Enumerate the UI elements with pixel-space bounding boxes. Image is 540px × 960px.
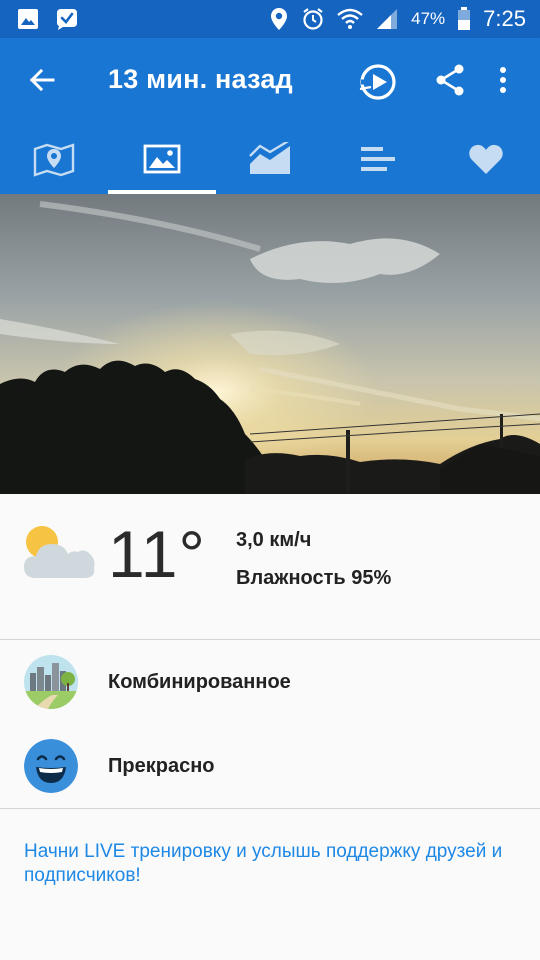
tab-splits[interactable] (324, 124, 432, 194)
replay-button[interactable] (356, 60, 400, 104)
map-icon (33, 143, 75, 177)
share-button[interactable] (430, 60, 470, 100)
heart-icon (469, 144, 503, 174)
tab-map[interactable] (0, 124, 108, 194)
smile-face-icon (24, 739, 78, 793)
alarm-icon (303, 8, 323, 30)
surface-row[interactable]: Комбинированное (0, 641, 540, 725)
weather-section: 11° 3,0 км/ч Влажность 95% (0, 494, 540, 639)
arrow-back-icon (29, 68, 55, 92)
toolbar: 13 мин. назад (0, 38, 540, 124)
chart-icon (249, 142, 290, 174)
clock: 7:25 (483, 6, 526, 31)
temperature: 11° (108, 517, 206, 591)
location-icon (271, 8, 288, 30)
tab-bar (0, 124, 540, 194)
gallery-notification-icon (18, 9, 38, 29)
app-bar: 13 мин. назад (0, 38, 540, 194)
play-replay-icon (359, 64, 396, 100)
tab-likes[interactable] (432, 124, 540, 194)
mood-label: Прекрасно (108, 755, 215, 777)
image-icon (143, 144, 181, 174)
wind-speed: 3,0 км/ч (236, 529, 312, 551)
divider (0, 639, 540, 640)
partly-cloudy-icon (24, 526, 95, 578)
mood-row[interactable]: Прекрасно (0, 725, 540, 809)
surface-label: Комбинированное (108, 671, 291, 693)
battery-icon (458, 7, 471, 30)
humidity: Влажность 95% (236, 567, 392, 589)
battery-percent: 47% (411, 9, 446, 28)
more-vert-icon (500, 67, 506, 93)
tab-photo[interactable] (108, 124, 216, 194)
back-button[interactable] (22, 60, 62, 100)
status-bar: 47% 7:25 (0, 0, 540, 38)
page-title: 13 мин. назад (108, 64, 293, 94)
more-menu-button[interactable] (488, 60, 518, 100)
live-training-link[interactable]: Начни LIVE тренировку и услышь поддержку… (24, 840, 514, 888)
sunset-photo-image (0, 194, 540, 494)
share-icon (436, 64, 464, 96)
check-notification-icon (57, 9, 77, 30)
signal-icon (377, 9, 398, 29)
activity-photo[interactable] (0, 194, 540, 494)
bars-icon (361, 147, 395, 171)
divider (0, 808, 540, 809)
wifi-icon (337, 8, 363, 29)
surface-mixed-icon (24, 655, 78, 709)
tab-charts[interactable] (216, 124, 324, 194)
